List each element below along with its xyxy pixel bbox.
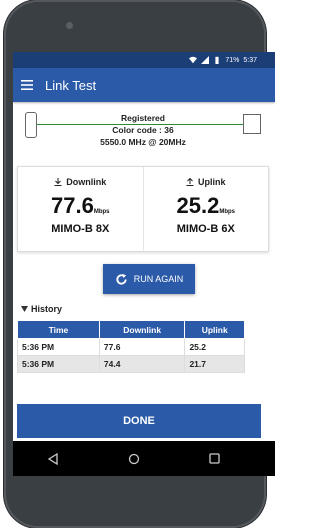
home-icon [128, 453, 140, 464]
cell-downlink: 77.6 [98, 338, 186, 356]
cell-downlink: 74.4 [98, 355, 186, 373]
table-row: 5:36 PM 77.6 25.2 [17, 338, 245, 356]
upload-icon [186, 178, 194, 186]
home-nav-button[interactable] [126, 452, 142, 466]
recents-icon [209, 453, 220, 464]
link-status-text: Registered [121, 113, 165, 123]
history-label: History [31, 304, 63, 314]
caret-down-icon [21, 306, 28, 312]
recents-nav-button[interactable] [207, 452, 223, 466]
refresh-icon [116, 273, 127, 285]
battery-icon [215, 56, 219, 64]
downlink-panel: Downlink 77.6Mbps MIMO-B 8X [18, 167, 143, 251]
status-bar: 71% 5:37 [13, 52, 275, 68]
table-row: 5:36 PM 74.4 21.7 [17, 355, 245, 373]
front-camera [66, 22, 73, 29]
uplink-panel: Uplink 25.2Mbps MIMO-B 6X [142, 167, 269, 251]
back-nav-button[interactable] [45, 452, 61, 466]
app-bar: Link Test [13, 68, 275, 102]
phone-frame: 71% 5:37 Link Test Registered Color code… [4, 0, 275, 528]
screen: 71% 5:37 Link Test Registered Color code… [13, 52, 275, 476]
back-icon [48, 452, 58, 465]
run-again-label: RUN AGAIN [133, 274, 184, 284]
col-downlink: Downlink [98, 320, 186, 339]
history-table: Time Downlink Uplink 5:36 PM 77.6 25.2 5… [17, 320, 245, 373]
download-icon [54, 178, 62, 186]
signal-icon [201, 56, 210, 64]
link-status-banner: Registered Color code : 36 5550.0 MHz @ … [23, 110, 263, 156]
cell-uplink: 21.7 [184, 355, 245, 373]
col-uplink: Uplink [184, 320, 245, 339]
uplink-label: Uplink [197, 177, 226, 187]
navigation-bar [13, 441, 275, 476]
cell-uplink: 25.2 [184, 338, 245, 356]
downlink-value: 77.6 [51, 193, 94, 218]
downlink-mode: MIMO-B 8X [51, 223, 110, 235]
uplink-value: 25.2 [176, 193, 220, 218]
col-time: Time [17, 320, 100, 339]
menu-icon[interactable] [21, 80, 33, 90]
color-code-text: Color code : 36 [112, 125, 174, 135]
downlink-unit: Mbps [93, 209, 110, 215]
battery-percent: 71% [225, 56, 240, 64]
frequency-text: 5550.0 MHz @ 20MHz [100, 137, 186, 147]
cell-time: 5:36 PM [17, 355, 100, 373]
uplink-mode: MIMO-B 6X [176, 223, 235, 235]
uplink-unit: Mbps [219, 209, 235, 215]
page-title: Link Test [45, 77, 97, 93]
history-toggle[interactable]: History [21, 304, 275, 314]
wifi-icon [189, 56, 198, 64]
throughput-card: Downlink 77.6Mbps MIMO-B 8X Uplink 25.2M… [17, 166, 269, 252]
downlink-label: Downlink [66, 177, 107, 187]
cell-time: 5:36 PM [17, 338, 100, 356]
run-again-button[interactable]: RUN AGAIN [103, 264, 195, 294]
done-button[interactable]: DONE [17, 404, 261, 438]
status-time: 5:37 [243, 56, 257, 64]
